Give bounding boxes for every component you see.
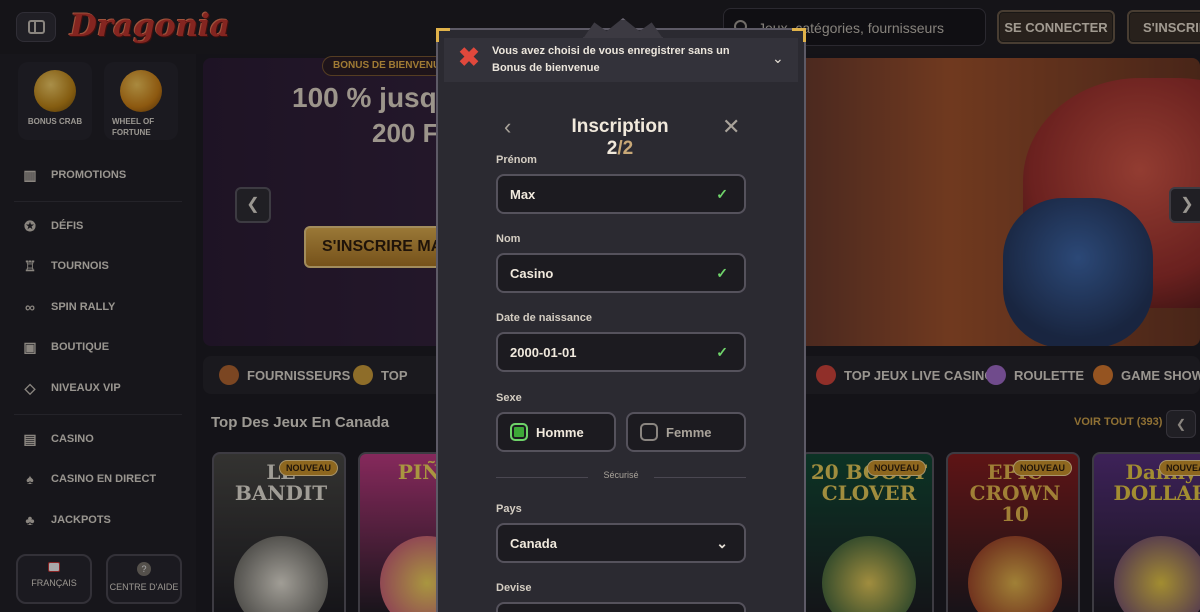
gender-male-label: Homme — [536, 424, 584, 440]
check-icon: ✓ — [716, 265, 728, 281]
currency-label: Devise — [496, 582, 532, 594]
gender-female-option[interactable]: Femme — [626, 412, 746, 452]
close-modal-button[interactable]: ✕ — [722, 114, 740, 140]
first-name-field[interactable]: Max ✓ — [496, 174, 746, 214]
cross-icon: ✖ — [458, 42, 480, 72]
step-total: /2 — [617, 138, 634, 159]
birth-date-field[interactable]: 2000-01-01 ✓ — [496, 332, 746, 372]
country-select[interactable]: Canada ⌄ — [496, 523, 746, 563]
step-back-button[interactable]: ‹ — [504, 114, 511, 140]
gender-female-label: Femme — [666, 424, 712, 440]
currency-select[interactable] — [496, 602, 746, 612]
gender-label: Sexe — [496, 392, 522, 404]
last-name-field[interactable]: Casino ✓ — [496, 253, 746, 293]
chevron-down-icon[interactable]: ⌄ — [772, 50, 784, 67]
gender-male-option[interactable]: Homme — [496, 412, 616, 452]
chevron-left-icon: ‹ — [504, 114, 512, 139]
last-name-label: Nom — [496, 233, 521, 245]
secure-label: Sécurisé — [603, 470, 639, 480]
birth-date-label: Date de naissance — [496, 312, 592, 324]
check-icon: ✓ — [716, 344, 728, 360]
no-bonus-notice[interactable]: ✖ Vous avez choisi de vous enregistrer s… — [444, 38, 798, 82]
country-label: Pays — [496, 503, 522, 515]
radio-checked-icon — [510, 423, 528, 441]
close-icon: ✕ — [722, 114, 741, 139]
country-value: Canada — [510, 535, 557, 551]
last-name-value: Casino — [510, 265, 554, 281]
chevron-down-icon: ⌄ — [716, 535, 728, 551]
registration-modal: ✖ Vous avez choisi de vous enregistrer s… — [436, 18, 806, 612]
first-name-value: Max — [510, 186, 536, 202]
birth-date-value: 2000-01-01 — [510, 344, 577, 360]
radio-unchecked-icon — [640, 423, 658, 441]
check-icon: ✓ — [716, 186, 728, 202]
divider-line — [654, 477, 746, 478]
modal-title: Inscription 2/2 — [560, 116, 680, 160]
first-name-label: Prénom — [496, 154, 537, 166]
notice-message: Vous avez choisi de vous enregistrer san… — [492, 45, 730, 74]
secure-divider: Sécurisé — [496, 470, 746, 484]
